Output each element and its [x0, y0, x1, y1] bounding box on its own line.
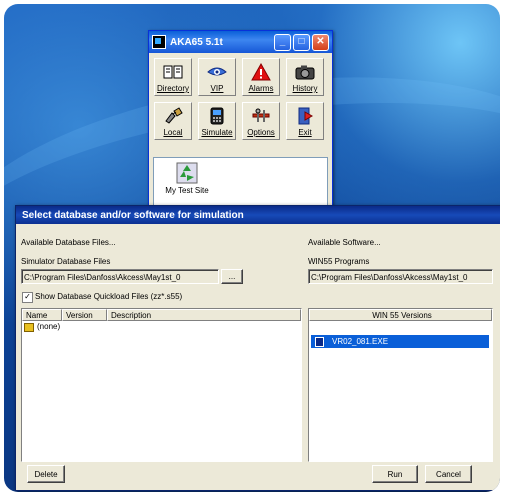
browse-button[interactable]: ... [221, 269, 243, 284]
camera-icon [295, 63, 315, 81]
app-icon [152, 35, 166, 49]
tool-label: Simulate [201, 128, 233, 137]
tools-icon [251, 107, 271, 125]
selected-version-item[interactable]: VR02_081.EXE [311, 335, 489, 348]
dialog-title: Select database and/or software for simu… [16, 206, 500, 224]
tool-label: Exit [298, 128, 312, 137]
versions-list[interactable]: WIN 55 Versions VR02_081.EXE [308, 308, 493, 462]
exit-door-icon [295, 107, 315, 125]
win55-programs-label: WIN55 Programs [308, 257, 370, 266]
history-button[interactable]: History [286, 58, 324, 96]
database-icon [24, 322, 34, 332]
db-path-field[interactable]: C:\Program Files\Danfoss\Akcess\May1st_0 [21, 269, 219, 284]
recycle-site-icon [176, 162, 198, 186]
versions-list-header: WIN 55 Versions [309, 309, 492, 321]
minimize-button[interactable]: _ [274, 33, 291, 51]
book-icon [163, 63, 183, 81]
tool-label: Directory [156, 84, 189, 93]
column-description-header[interactable]: Description [107, 309, 301, 321]
site-label: My Test Site [165, 186, 209, 195]
maximize-button[interactable]: □ [293, 33, 310, 51]
list-item[interactable]: (none) [22, 321, 301, 333]
column-version-header[interactable]: Version [62, 309, 107, 321]
tool-label: VIP [210, 84, 224, 93]
aka-window: AKA65 5.1t _ □ ✕ Directory VIP Alarms Hi… [148, 30, 333, 216]
simulation-dialog: Select database and/or software for simu… [15, 205, 500, 491]
tool-label: Options [247, 128, 275, 137]
quickload-checkbox[interactable]: ✓ [22, 292, 33, 303]
toolbar-grid: Directory VIP Alarms History Local Simul… [154, 58, 327, 140]
quickload-label: Show Database Quickload Files (zz*.s55) [35, 292, 183, 301]
column-name-header[interactable]: Name [22, 309, 62, 321]
exit-button[interactable]: Exit [286, 102, 324, 140]
tool-label: History [292, 84, 318, 93]
exe-icon [315, 336, 324, 347]
db-list-header: Name Version Description [22, 309, 301, 321]
site-item[interactable]: My Test Site [162, 162, 212, 195]
selected-version-label: VR02_081.EXE [332, 337, 389, 346]
cancel-button[interactable]: Cancel [425, 465, 472, 483]
aka-window-title: AKA65 5.1t [170, 36, 223, 48]
available-sw-label: Available Software... [308, 238, 381, 247]
aka-titlebar[interactable]: AKA65 5.1t _ □ ✕ [149, 31, 332, 53]
alarms-button[interactable]: Alarms [242, 58, 280, 96]
db-file-list[interactable]: Name Version Description (none) [21, 308, 302, 462]
options-button[interactable]: Options [242, 102, 280, 140]
close-button[interactable]: ✕ [312, 33, 329, 51]
eye-icon [207, 63, 227, 81]
local-plug-icon [163, 107, 183, 125]
tool-label: Local [163, 128, 183, 137]
desktop-background: AKA65 5.1t _ □ ✕ Directory VIP Alarms Hi… [4, 4, 500, 492]
sim-db-label: Simulator Database Files [21, 257, 111, 266]
warning-icon [251, 63, 271, 81]
tool-label: Alarms [248, 84, 274, 93]
db-row-name: (none) [37, 322, 61, 331]
local-button[interactable]: Local [154, 102, 192, 140]
simulate-button[interactable]: Simulate [198, 102, 236, 140]
vip-button[interactable]: VIP [198, 58, 236, 96]
sw-path-field[interactable]: C:\Program Files\Danfoss\Akcess\May1st_0 [308, 269, 493, 284]
available-db-label: Available Database Files... [21, 238, 116, 247]
versions-header: WIN 55 Versions [309, 309, 492, 321]
directory-button[interactable]: Directory [154, 58, 192, 96]
delete-button[interactable]: Delete [27, 465, 65, 483]
phone-icon [207, 107, 227, 125]
run-button[interactable]: Run [372, 465, 418, 483]
